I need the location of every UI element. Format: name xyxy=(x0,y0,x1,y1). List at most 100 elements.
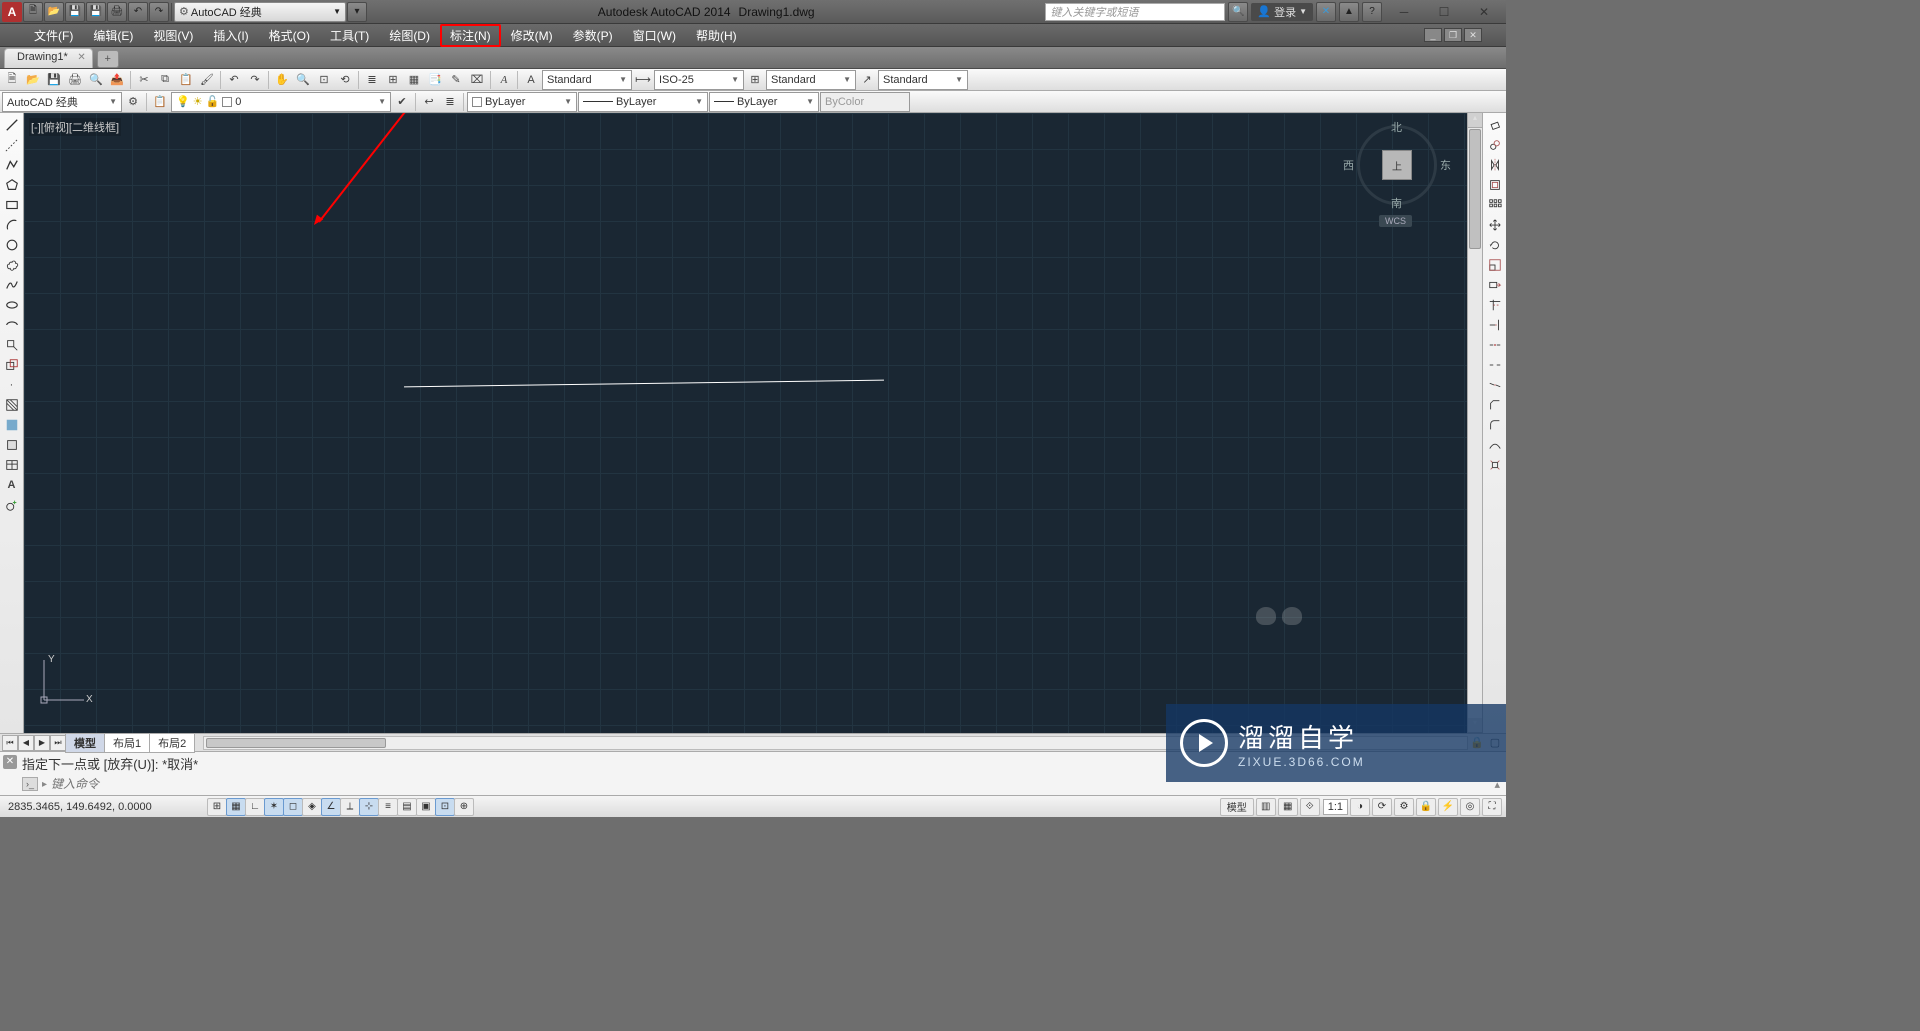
menu-modify[interactable]: 修改(M) xyxy=(501,24,563,47)
window-maximize[interactable]: ☐ xyxy=(1424,1,1464,23)
ellipse-arc-icon[interactable] xyxy=(2,315,22,335)
grid-icon[interactable]: ▦ xyxy=(226,798,246,816)
vertical-scrollbar[interactable]: ▴ ▾ xyxy=(1467,113,1482,733)
annotation-scale[interactable]: 1:1 xyxy=(1323,799,1348,815)
viewcube-north[interactable]: 北 xyxy=(1391,119,1402,135)
layer-dropdown[interactable]: 💡 ☀ 🔓 0 ▼ xyxy=(171,92,391,112)
circle-icon[interactable] xyxy=(2,235,22,255)
plotpreview-icon[interactable]: 🔍 xyxy=(86,70,106,90)
scroll-thumb[interactable] xyxy=(206,738,386,748)
quickview-layouts-icon[interactable]: ▥ xyxy=(1256,798,1276,816)
menu-file[interactable]: 文件(F) xyxy=(24,24,83,47)
viewcube-east[interactable]: 东 xyxy=(1440,157,1451,173)
polygon-icon[interactable] xyxy=(2,175,22,195)
chamfer-icon[interactable] xyxy=(1485,395,1505,415)
drawing-viewport[interactable]: /* grid generated below */ [-][俯视][二维线框]… xyxy=(24,113,1482,733)
point-icon[interactable]: · xyxy=(2,375,22,395)
addselected-icon[interactable] xyxy=(2,495,22,515)
pan-icon[interactable]: ✋ xyxy=(272,70,292,90)
lineweight-dropdown[interactable]: ByLayer▼ xyxy=(709,92,819,112)
close-cmdline-icon[interactable]: ✕ xyxy=(3,755,17,769)
polar-icon[interactable]: ✶ xyxy=(264,798,284,816)
explode-icon[interactable] xyxy=(1485,455,1505,475)
am-icon[interactable]: ⊕ xyxy=(454,798,474,816)
viewcube-south[interactable]: 南 xyxy=(1391,195,1402,211)
table-icon[interactable] xyxy=(2,455,22,475)
new-tab-button[interactable]: + xyxy=(97,50,119,68)
erase-icon[interactable] xyxy=(1485,115,1505,135)
layer-prev-icon[interactable]: ↩ xyxy=(419,92,439,112)
dcenter-icon[interactable]: ⊞ xyxy=(383,70,403,90)
spline-icon[interactable] xyxy=(2,275,22,295)
document-tab[interactable]: Drawing1* ✕ xyxy=(4,48,93,68)
polyline-icon[interactable] xyxy=(2,155,22,175)
gradient-icon[interactable] xyxy=(2,415,22,435)
paste-icon[interactable]: 📋 xyxy=(176,70,196,90)
style-a-icon[interactable]: A xyxy=(521,70,541,90)
zoom-rt-icon[interactable]: 🔍 xyxy=(293,70,313,90)
layout-first-icon[interactable]: ⏮ xyxy=(2,735,18,751)
open-icon[interactable]: 📂 xyxy=(23,70,43,90)
wcs-label[interactable]: WCS xyxy=(1379,215,1412,227)
layout-prev-icon[interactable]: ◀ xyxy=(18,735,34,751)
layer-state-icon[interactable]: ≣ xyxy=(440,92,460,112)
qat-undo-icon[interactable]: ↶ xyxy=(128,2,148,22)
close-icon[interactable]: ✕ xyxy=(77,52,85,63)
app-icon[interactable]: A xyxy=(2,2,22,22)
save-icon[interactable]: 💾 xyxy=(44,70,64,90)
layout-last-icon[interactable]: ⏭ xyxy=(50,735,66,751)
mdi-close[interactable]: ✕ xyxy=(1464,28,1482,42)
mleaderstyle-icon[interactable]: ↗ xyxy=(857,70,877,90)
arc-icon[interactable] xyxy=(2,215,22,235)
fillet-icon[interactable] xyxy=(1485,415,1505,435)
help-icon[interactable]: ? xyxy=(1362,2,1382,22)
infocenter-search[interactable]: 键入关键字或短语 xyxy=(1045,3,1225,21)
hardware-accel-icon[interactable]: ⚡ xyxy=(1438,798,1458,816)
markup-icon[interactable]: ✎ xyxy=(446,70,466,90)
qat-plot-icon[interactable]: 🖨 xyxy=(107,2,127,22)
cut-icon[interactable]: ✂ xyxy=(134,70,154,90)
snap-mode-icon[interactable]: ⊞ xyxy=(207,798,227,816)
layout-tab-2[interactable]: 布局2 xyxy=(149,733,195,753)
otrack-icon[interactable]: ∠ xyxy=(321,798,341,816)
viewcube-top[interactable]: 上 xyxy=(1382,150,1412,180)
break-point-icon[interactable] xyxy=(1485,335,1505,355)
rotate-icon[interactable] xyxy=(1485,235,1505,255)
zoom-prev-icon[interactable]: ⟲ xyxy=(335,70,355,90)
line-icon[interactable] xyxy=(2,115,22,135)
hatch-icon[interactable] xyxy=(2,395,22,415)
region-icon[interactable] xyxy=(2,435,22,455)
layerprop-icon[interactable]: 📋 xyxy=(150,92,170,112)
copy-icon[interactable]: ⧉ xyxy=(155,70,175,90)
coords-display[interactable]: 2835.3465, 149.6492, 0.0000 xyxy=(4,801,204,813)
window-minimize[interactable]: ─ xyxy=(1384,1,1424,23)
quickview-drawings-icon[interactable]: ▦ xyxy=(1278,798,1298,816)
blend-icon[interactable] xyxy=(1485,435,1505,455)
mdi-minimize[interactable]: _ xyxy=(1424,28,1442,42)
publish-icon[interactable]: 📤 xyxy=(107,70,127,90)
ducs-icon[interactable]: ⟂ xyxy=(340,798,360,816)
clean-screen-icon[interactable]: ⛶ xyxy=(1482,798,1502,816)
offset-icon[interactable] xyxy=(1485,175,1505,195)
osnap-icon[interactable]: ◻ xyxy=(283,798,303,816)
mleaderstyle-dropdown[interactable]: Standard▼ xyxy=(878,70,968,90)
qp-icon[interactable]: ▣ xyxy=(416,798,436,816)
sheetset-icon[interactable]: 📑 xyxy=(425,70,445,90)
break-icon[interactable] xyxy=(1485,355,1505,375)
toolpalette-icon[interactable]: ▦ xyxy=(404,70,424,90)
scroll-up-icon[interactable]: ▴ xyxy=(1468,113,1482,128)
sc-icon[interactable]: ⊡ xyxy=(435,798,455,816)
tablestyle-dropdown[interactable]: Standard▼ xyxy=(766,70,856,90)
qat-saveas-icon[interactable]: 💾 xyxy=(86,2,106,22)
menu-insert[interactable]: 插入(I) xyxy=(203,24,258,47)
redo-icon[interactable]: ↷ xyxy=(245,70,265,90)
quickcalc-icon[interactable]: ⌧ xyxy=(467,70,487,90)
toolbar-lock-icon[interactable]: 🔒 xyxy=(1416,798,1436,816)
lwt-icon[interactable]: ≡ xyxy=(378,798,398,816)
layout-tab-1[interactable]: 布局1 xyxy=(104,733,150,753)
textstyle-dropdown[interactable]: Standard▼ xyxy=(542,70,632,90)
viewcube-west[interactable]: 西 xyxy=(1343,157,1354,173)
stayconnected-icon[interactable]: ▲ xyxy=(1339,2,1359,22)
plot-icon[interactable]: 🖨 xyxy=(65,70,85,90)
scale-icon[interactable] xyxy=(1485,255,1505,275)
